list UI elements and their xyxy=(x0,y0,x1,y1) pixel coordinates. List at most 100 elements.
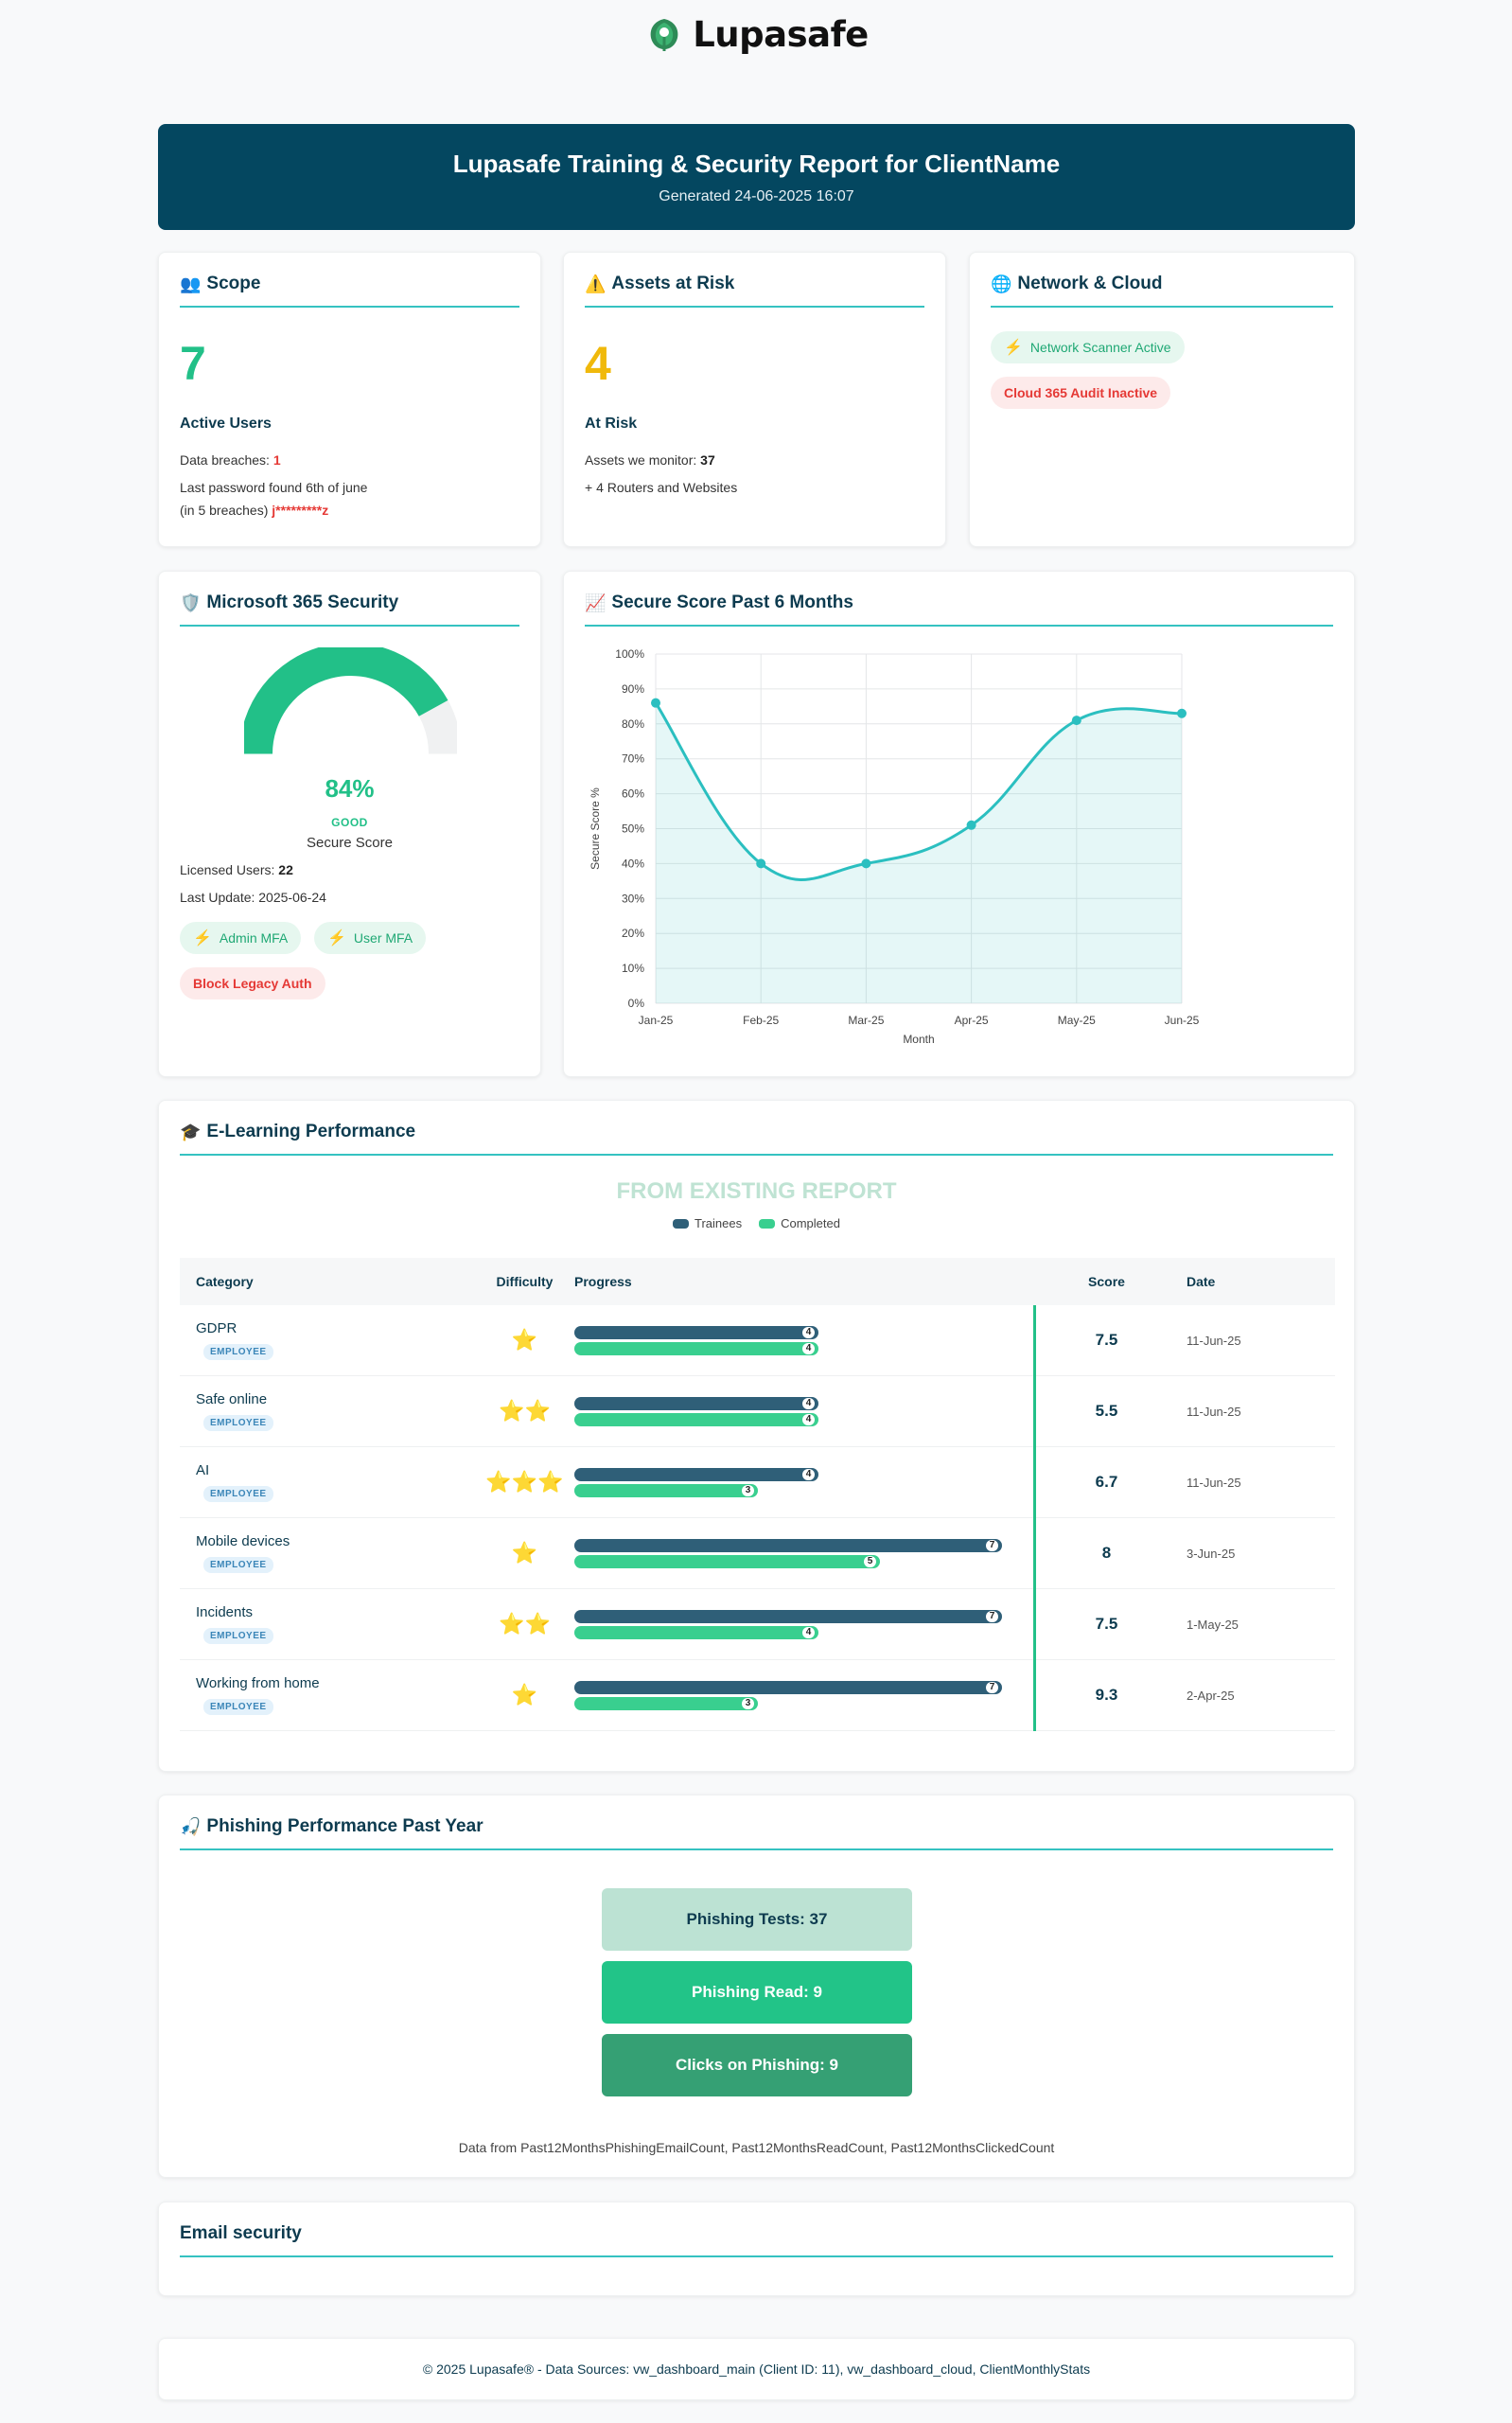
audience-badge: EMPLOYEE xyxy=(203,1344,273,1360)
y-tick-label: 60% xyxy=(622,787,644,801)
progress-cell: 43 xyxy=(574,1465,1038,1500)
brand-logo: Lupasafe xyxy=(0,13,1512,55)
y-axis-label: Secure Score % xyxy=(589,787,602,870)
phishing-read-box: Phishing Read: 9 xyxy=(602,1961,912,2024)
difficulty-stars: ⭐ xyxy=(511,1328,538,1352)
table-row: Safe online EMPLOYEE ⭐⭐ 4 4 5.5 11-Jun-25 xyxy=(180,1376,1335,1447)
category-name: Safe online xyxy=(196,1391,268,1407)
email-security-card: Email security xyxy=(158,2202,1355,2296)
secure-score-gauge xyxy=(244,647,457,754)
network-card: 🌐 Network & Cloud ⚡ Network Scanner Acti… xyxy=(969,252,1355,547)
elearning-title-text: E-Learning Performance xyxy=(206,1122,416,1141)
trainees-count: 4 xyxy=(802,1397,815,1409)
x-axis-label: Month xyxy=(903,1033,934,1046)
difficulty-stars: ⭐⭐ xyxy=(499,1399,551,1423)
progress-cell: 75 xyxy=(574,1536,1038,1571)
legend-completed: Completed xyxy=(759,1216,840,1230)
audience-badge: EMPLOYEE xyxy=(203,1628,273,1644)
trainees-bar: 4 xyxy=(574,1467,818,1481)
assets-title: ⚠️ Assets at Risk xyxy=(585,274,924,308)
column-header-progress: Progress xyxy=(574,1274,632,1289)
category-name: AI xyxy=(196,1462,210,1478)
scope-card: 👥 Scope 7 Active Users Data breaches: 1 … xyxy=(158,252,541,547)
table-row: GDPR EMPLOYEE ⭐ 4 4 7.5 11-Jun-25 xyxy=(180,1305,1335,1376)
table-row: Incidents EMPLOYEE ⭐⭐ 7 4 7.5 1-May-25 xyxy=(180,1589,1335,1660)
data-breaches-label: Data breaches: xyxy=(180,452,273,468)
block-legacy-auth-label: Block Legacy Auth xyxy=(193,976,312,991)
users-icon: 👥 xyxy=(180,274,202,293)
table-row: AI EMPLOYEE ⭐⭐⭐ 4 3 6.7 11-Jun-25 xyxy=(180,1447,1335,1518)
m365-title: 🛡️ Microsoft 365 Security xyxy=(180,592,519,627)
completion-date: 11-Jun-25 xyxy=(1187,1475,1241,1490)
audience-badge: EMPLOYEE xyxy=(203,1557,273,1573)
existing-report-watermark: FROM EXISTING REPORT xyxy=(616,1178,897,1204)
progress-cell: 44 xyxy=(574,1394,1038,1429)
score-divider xyxy=(1033,1305,1036,1731)
completed-count: 4 xyxy=(802,1413,815,1425)
elearning-legend: Trainees Completed xyxy=(159,1216,1354,1230)
completed-bar: 4 xyxy=(574,1625,818,1639)
y-tick-label: 40% xyxy=(622,857,644,870)
data-point xyxy=(966,820,976,830)
cloud-audit-label: Cloud 365 Audit Inactive xyxy=(1004,385,1158,400)
difficulty-stars: ⭐⭐⭐ xyxy=(485,1470,564,1494)
last-password-line: Last password found 6th of june xyxy=(180,480,368,495)
licensed-users-line: Licensed Users: 22 xyxy=(180,862,293,877)
y-tick-label: 70% xyxy=(622,752,644,766)
report-page: Lupasafe Lupasafe Training & Security Re… xyxy=(0,0,1512,2423)
at-risk-label: At Risk xyxy=(585,416,638,432)
generated-timestamp: Generated 24-06-2025 16:07 xyxy=(659,188,854,204)
licensed-users-value: 22 xyxy=(278,862,293,877)
legend-trainees-label: Trainees xyxy=(694,1216,743,1230)
network-scanner-label: Network Scanner Active xyxy=(1029,340,1171,355)
graduation-cap-icon: 🎓 xyxy=(180,1123,202,1141)
trainees-bar: 7 xyxy=(574,1680,1002,1694)
score-value: 7.5 xyxy=(1095,1615,1118,1633)
scope-title-text: Scope xyxy=(206,274,261,293)
report-title: Lupasafe Training & Security Report for … xyxy=(452,150,1061,178)
phishing-title-text: Phishing Performance Past Year xyxy=(206,1816,483,1836)
data-point xyxy=(1071,716,1081,726)
lupasafe-logo-icon xyxy=(650,19,678,51)
category-cell: GDPR EMPLOYEE xyxy=(180,1320,475,1360)
difficulty-stars: ⭐⭐ xyxy=(499,1612,551,1636)
completed-count: 5 xyxy=(864,1555,876,1567)
secure-score-line-chart: 0% 10% 20% 30% 40% 50% 60% 70% 80% 90% 100% Jan-25 F… xyxy=(589,647,1200,1046)
completed-bar: 3 xyxy=(574,1696,758,1710)
globe-icon: 🌐 xyxy=(991,274,1012,293)
x-tick-label: Mar-25 xyxy=(848,1014,884,1027)
audience-badge: EMPLOYEE xyxy=(203,1486,273,1502)
shield-icon: 🛡️ xyxy=(180,593,202,612)
data-point xyxy=(756,858,766,869)
scope-title: 👥 Scope xyxy=(180,274,519,308)
y-tick-label: 100% xyxy=(615,647,644,661)
category-cell: Mobile devices EMPLOYEE xyxy=(180,1533,475,1573)
fishing-icon: 🎣 xyxy=(180,1817,202,1836)
m365-title-text: Microsoft 365 Security xyxy=(206,592,399,612)
secure-score-label: Secure Score xyxy=(307,835,393,851)
assets-monitor-value: 37 xyxy=(700,452,715,468)
assets-risk-count: 4 xyxy=(585,337,611,390)
progress-cell: 44 xyxy=(574,1323,1038,1358)
footer-text: © 2025 Lupasafe® - Data Sources: vw_dash… xyxy=(422,2361,1091,2377)
progress-cell: 73 xyxy=(574,1678,1038,1713)
completion-date: 1-May-25 xyxy=(1187,1617,1239,1632)
y-tick-label: 90% xyxy=(622,682,644,696)
category-name: GDPR xyxy=(196,1320,237,1336)
user-mfa-status: ⚡ User MFA xyxy=(314,922,427,954)
completed-count: 4 xyxy=(802,1342,815,1354)
trainees-bar: 4 xyxy=(574,1396,818,1410)
assets-monitor-line: Assets we monitor: 37 xyxy=(585,452,715,468)
table-row: Working from home EMPLOYEE ⭐ 7 3 9.3 2-Apr-25 xyxy=(180,1660,1335,1731)
routers-websites-line: + 4 Routers and Websites xyxy=(585,480,738,495)
completed-count: 3 xyxy=(742,1697,754,1709)
admin-mfa-label: Admin MFA xyxy=(219,930,289,946)
category-cell: AI EMPLOYEE xyxy=(180,1462,475,1502)
elearning-table: Category Difficulty Progress Score Date … xyxy=(180,1258,1335,1731)
phishing-tests-box: Phishing Tests: 37 xyxy=(602,1888,912,1951)
column-header-score: Score xyxy=(1088,1274,1125,1289)
lightning-icon: ⚡ xyxy=(327,930,346,946)
category-name: Mobile devices xyxy=(196,1533,290,1549)
trainees-count: 4 xyxy=(802,1326,815,1338)
network-title: 🌐 Network & Cloud xyxy=(991,274,1333,308)
